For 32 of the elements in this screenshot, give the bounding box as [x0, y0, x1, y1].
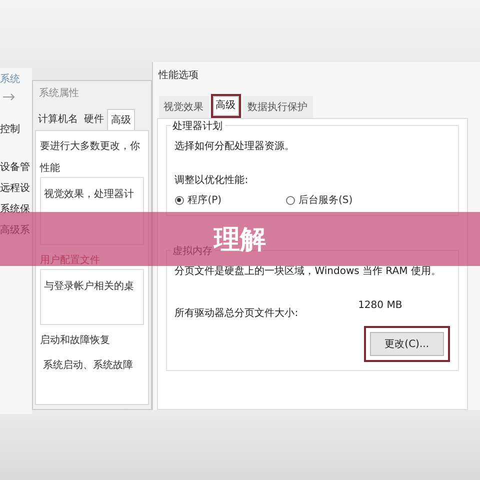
size-value: 1280 MB — [358, 300, 402, 313]
group-title: 性能 — [40, 162, 61, 175]
window-title: 性能选项 — [157, 68, 200, 83]
tab[interactable]: 高级 — [210, 94, 241, 118]
radio-label[interactable]: 后台服务(S) — [298, 193, 353, 207]
banner-title: 理解 — [214, 224, 266, 256]
description-text: 分页文件是硬盘上的一块区域，Windows 当作 RAM 使用。 — [174, 264, 442, 278]
sidebar-item[interactable]: 远程设 — [0, 181, 32, 195]
tab[interactable]: 高级 — [106, 109, 135, 130]
sidebar-item[interactable]: 控制 — [0, 122, 32, 136]
description-text: 选择如何分配处理器资源。 — [174, 140, 296, 153]
group-text: 系统启动、系统故障 — [42, 360, 133, 371]
group-title: 处理器计划 — [170, 119, 225, 133]
group-title: 用户配置文件 — [40, 254, 101, 267]
window-title: 系统 — [0, 72, 21, 86]
sidebar-item[interactable]: 设备管 — [0, 160, 32, 174]
prompt-text: 调整以优化性能: — [174, 174, 250, 187]
group-text: 与登录帐户相关的桌 — [44, 281, 134, 292]
window-title: 系统属性 — [38, 86, 80, 101]
forward-arrow-icon — [2, 93, 16, 101]
group-title: 启动和故障恢复 — [40, 334, 111, 347]
intro-text: 要进行大多数更改，你 — [40, 140, 141, 153]
size-label: 所有驱动器总分页文件大小: — [174, 306, 298, 320]
radio-label[interactable]: 程序(P) — [188, 193, 222, 207]
tab[interactable]: 视觉效果 — [158, 96, 209, 118]
radio-button[interactable] — [174, 196, 184, 204]
group-text: 视觉效果，处理器计 — [44, 189, 134, 200]
radio-button[interactable] — [286, 196, 295, 204]
tab[interactable]: 数据执行保护 — [242, 96, 313, 118]
change-button[interactable]: 更改(C)... — [370, 332, 444, 356]
tab[interactable]: 硬件 — [80, 109, 107, 130]
tab[interactable]: 计算机名 — [34, 109, 81, 130]
